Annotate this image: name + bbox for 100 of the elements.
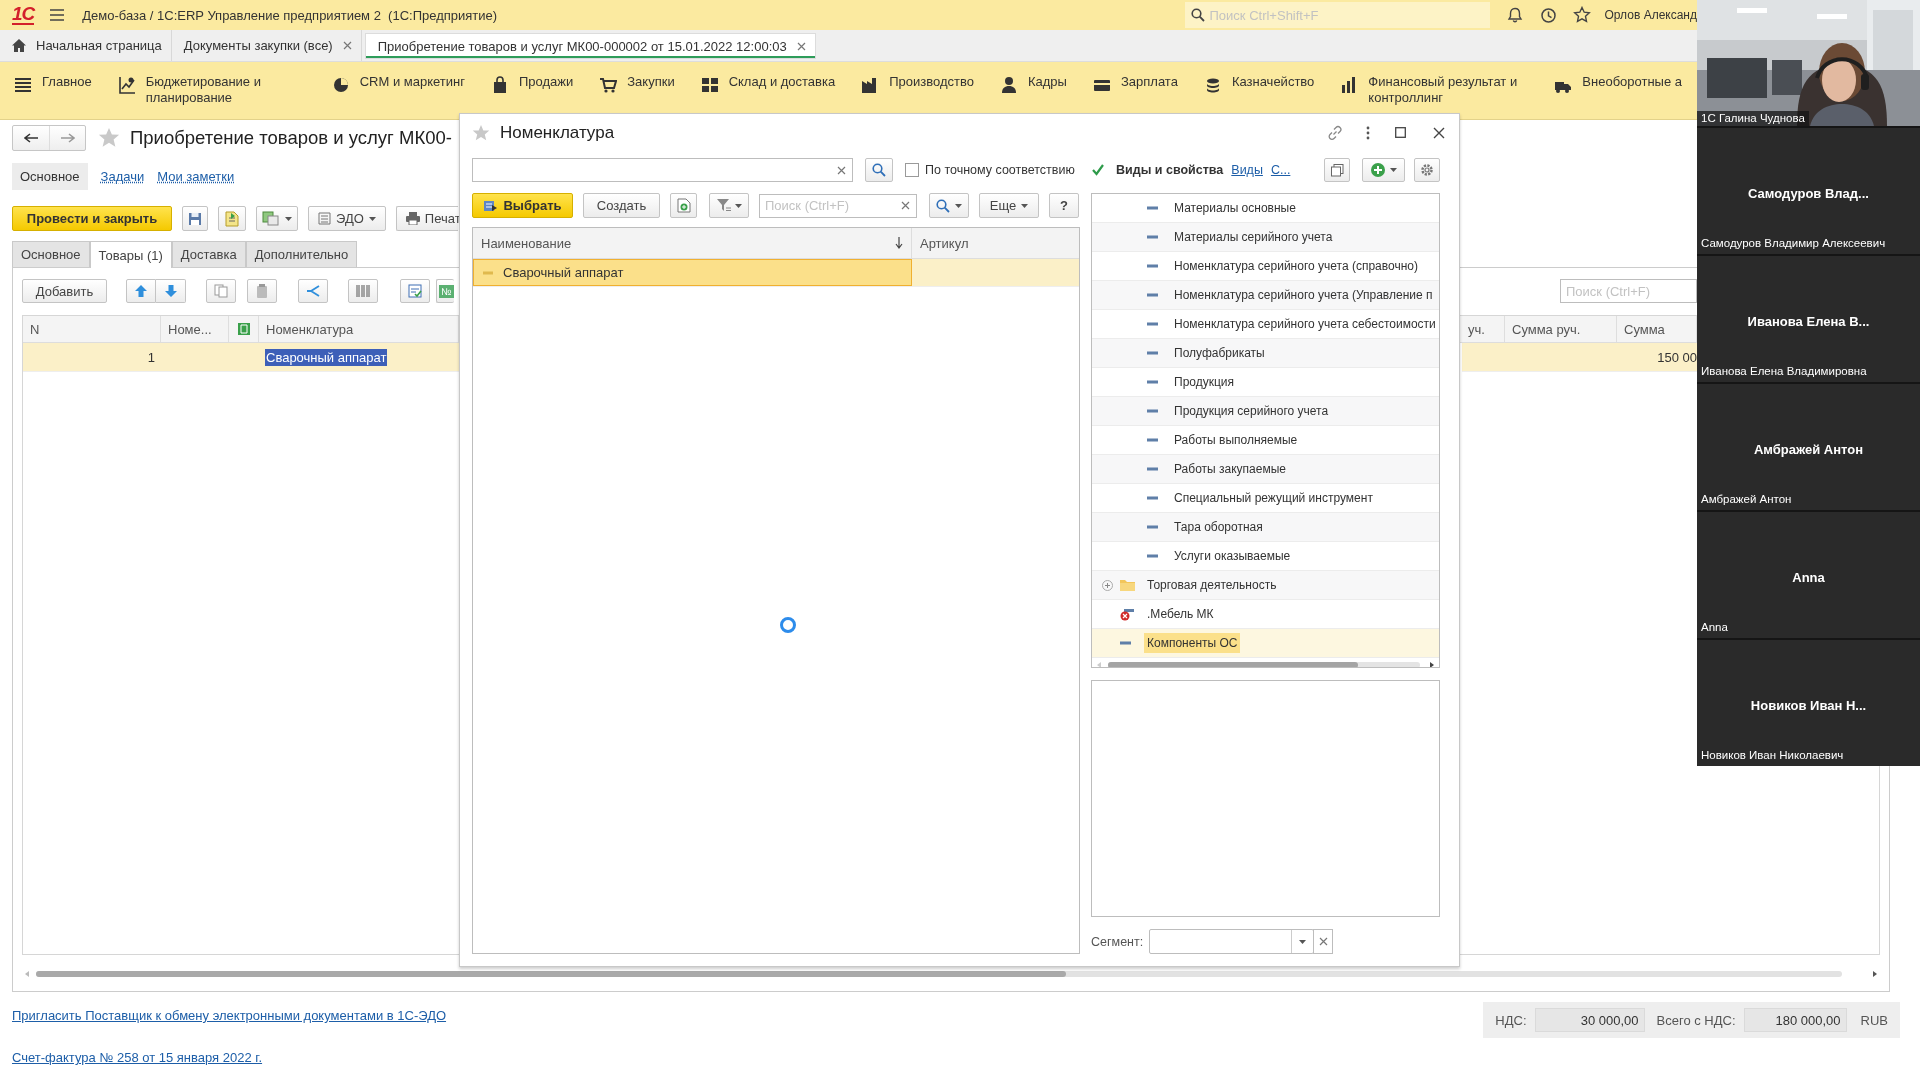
select-icon xyxy=(483,198,499,213)
tab[interactable]: Доставка xyxy=(171,241,246,267)
tree-item[interactable]: Компоненты ОС xyxy=(1092,629,1439,658)
expand-icon[interactable] xyxy=(1102,579,1113,591)
form-link[interactable]: Задачи xyxy=(100,168,145,184)
segment-field[interactable] xyxy=(1149,929,1315,954)
fill-button[interactable] xyxy=(400,279,430,303)
tab[interactable]: Приобретение товаров и услуг МК00-000002 от 15.01.2022 12:00:03 xyxy=(364,33,816,59)
list-row[interactable]: Сварочный аппарат xyxy=(473,259,1079,287)
dash-icon xyxy=(1147,409,1158,413)
form-link[interactable]: Основное xyxy=(12,162,88,190)
edo-invite-link[interactable]: Пригласить Поставщик к обмену электронными документами в 1С-ЭДО xyxy=(12,1008,447,1023)
section-menu-item[interactable]: Бюджетирование и планирование xyxy=(117,74,306,106)
menu-icon[interactable] xyxy=(50,9,65,21)
star-icon[interactable] xyxy=(98,127,120,149)
search-button[interactable] xyxy=(929,193,969,218)
tab[interactable]: Основное xyxy=(12,241,90,267)
section-menu-item[interactable]: Закупки xyxy=(599,74,675,94)
star-icon[interactable] xyxy=(472,123,490,142)
sort-icon[interactable] xyxy=(895,237,903,249)
section-menu-item[interactable]: Казначейство xyxy=(1203,74,1315,94)
edo-button[interactable]: ЭДО xyxy=(308,206,386,231)
section-menu-item[interactable]: Склад и доставка xyxy=(700,74,836,94)
tree-item[interactable]: Работы закупаемые xyxy=(1092,455,1439,484)
create-button[interactable]: Создать xyxy=(583,193,660,218)
kinds-link[interactable]: Виды xyxy=(1231,163,1263,177)
search-field[interactable]: Поиск (Ctrl+F) xyxy=(1561,280,1696,302)
search-input[interactable]: Поиск (Ctrl+F) xyxy=(760,194,901,217)
participant-short-name: Амбражей Антон xyxy=(1752,441,1865,459)
column-header[interactable]: Наименование xyxy=(473,228,912,258)
move-up-button[interactable] xyxy=(126,279,156,303)
table-row[interactable]: 1 Сварочный аппарат xyxy=(23,343,459,372)
tree-item[interactable]: Номенклатура серийного учета (Управление п xyxy=(1092,281,1439,310)
checkbox-label: По точному соответствию xyxy=(925,163,1075,177)
help-button[interactable]: ? xyxy=(1049,193,1079,218)
invoice-link[interactable]: Счет-фактура № 258 от 15 января 2022 г. xyxy=(12,1050,447,1065)
move-down-button[interactable] xyxy=(156,279,186,303)
tree-item[interactable]: Продукция серийного учета xyxy=(1092,397,1439,426)
search-button[interactable] xyxy=(865,158,893,182)
filter-button[interactable] xyxy=(709,193,749,218)
history-icon[interactable] xyxy=(1539,6,1557,24)
tree-item[interactable]: Торговая деятельность xyxy=(1092,571,1439,600)
more-button[interactable]: Еще xyxy=(979,193,1039,218)
add-button[interactable]: Добавить xyxy=(22,279,107,303)
create-group-button[interactable] xyxy=(670,193,697,218)
search-field[interactable] xyxy=(472,158,853,182)
checkbox[interactable] xyxy=(905,163,919,177)
tree-item[interactable]: Материалы серийного учета xyxy=(1092,223,1439,252)
post-and-close-button[interactable]: Провести и закрыть xyxy=(12,206,172,231)
caret-icon xyxy=(955,203,962,208)
section-menu-item[interactable]: Зарплата xyxy=(1092,74,1178,94)
print-button[interactable]: Печат xyxy=(395,206,458,231)
clear-icon[interactable] xyxy=(901,201,910,210)
split-button[interactable] xyxy=(298,279,328,303)
close-icon[interactable] xyxy=(1433,126,1445,139)
section-menu-item[interactable]: CRM и маркетинг xyxy=(331,74,465,94)
table-cell: 150 00 xyxy=(1657,349,1697,365)
kinds-link[interactable]: С... xyxy=(1270,163,1291,177)
settings-button[interactable] xyxy=(1414,158,1440,182)
tab[interactable]: Дополнительно xyxy=(245,241,358,267)
tab[interactable]: Начальная страница xyxy=(0,30,172,61)
column-header[interactable]: уч. xyxy=(1462,316,1505,342)
close-icon[interactable] xyxy=(796,41,806,51)
create-based-button[interactable] xyxy=(256,206,298,231)
section-menu-item[interactable]: Продажи xyxy=(490,74,574,94)
column-header[interactable]: Артикул xyxy=(912,228,1079,258)
section-menu-item[interactable]: Производство xyxy=(861,74,974,94)
section-menu-item[interactable]: Главное xyxy=(14,74,92,94)
section-menu-item[interactable]: Финансовый результат и контроллинг xyxy=(1340,74,1529,106)
save-button[interactable] xyxy=(182,206,208,231)
search-field[interactable]: Поиск (Ctrl+F) xyxy=(759,193,917,218)
tab[interactable]: Товары (1) xyxy=(89,241,172,268)
copy-button[interactable] xyxy=(1324,158,1350,182)
tab[interactable]: Документы закупки (все) xyxy=(171,30,362,61)
search-icon xyxy=(936,198,950,213)
tree-item[interactable]: Тара оборотная xyxy=(1092,513,1439,542)
clear-icon[interactable] xyxy=(1318,937,1328,946)
section-menu-item[interactable]: Кадры xyxy=(1000,74,1067,94)
select-button[interactable]: Выбрать xyxy=(472,193,573,218)
post-button[interactable] xyxy=(218,206,246,231)
user-name[interactable]: Орлов Александ xyxy=(1604,8,1697,22)
tree-item[interactable]: Полуфабрикаты xyxy=(1092,339,1439,368)
column-header[interactable]: N xyxy=(23,316,161,342)
checkbox[interactable] xyxy=(1091,163,1105,177)
column-header[interactable]: Номе... xyxy=(161,316,229,342)
section-menu-item[interactable]: Внеоборотные а xyxy=(1554,74,1683,94)
star-icon[interactable] xyxy=(1572,6,1591,24)
add-button[interactable] xyxy=(1362,158,1405,182)
clear-icon[interactable] xyxy=(837,165,846,175)
caret-icon xyxy=(734,203,742,208)
barcode-button[interactable] xyxy=(348,279,378,303)
maximize-icon[interactable] xyxy=(1395,127,1406,138)
clear-button[interactable] xyxy=(1313,929,1334,954)
table-row[interactable]: 150 00 xyxy=(1462,343,1697,372)
bell-icon[interactable] xyxy=(1506,7,1523,23)
paste-button[interactable] xyxy=(247,279,277,303)
form-link[interactable]: Мои заметки xyxy=(157,168,235,184)
more-icon[interactable] xyxy=(1366,125,1370,140)
link-icon[interactable] xyxy=(1327,124,1343,141)
column-header[interactable]: Сумма руч. xyxy=(1505,316,1617,342)
